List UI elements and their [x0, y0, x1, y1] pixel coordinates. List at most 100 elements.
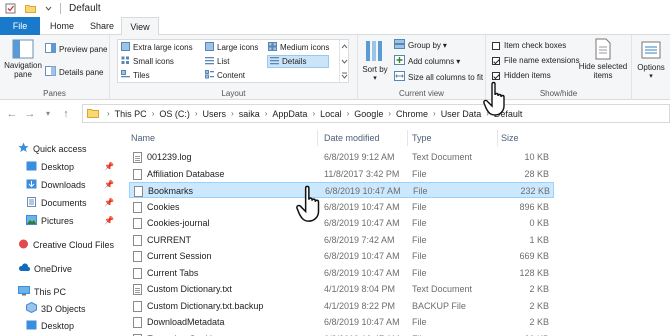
item-check-boxes-toggle[interactable]: Item check boxes — [492, 41, 566, 50]
table-row[interactable]: Affiliation Database 11/8/2017 3:42 PM Fil… — [129, 166, 554, 182]
file-name: Cookies — [147, 201, 180, 212]
add-columns-label: Add columns — [408, 56, 455, 66]
folder-icon[interactable] — [25, 3, 36, 14]
details-pane-button[interactable]: Details pane — [45, 66, 103, 78]
nav-item-3d-objects[interactable]: 3D Objects — [26, 301, 86, 316]
chevron-down-icon[interactable] — [45, 3, 52, 14]
table-row[interactable]: Current Tabs 6/8/2019 10:47 AM File 128 KB — [129, 265, 554, 281]
back-arrow-icon[interactable]: ← — [6, 108, 18, 120]
file-name-extensions-label: File name extensions — [504, 56, 580, 65]
chevron-right-icon: › — [151, 109, 155, 118]
layout-large-icons[interactable]: Large icons — [205, 42, 258, 53]
file-date: 6/8/2019 9:12 AM — [324, 152, 395, 162]
table-row[interactable]: Bookmarks 6/8/2019 10:47 AM File 232 KB — [129, 182, 554, 198]
properties-icon[interactable] — [5, 3, 16, 14]
table-row[interactable]: Custom Dictionary.txt.backup 4/1/2019 8:2… — [129, 298, 554, 314]
table-row[interactable]: Current Session 6/8/2019 10:47 AM File 669 … — [129, 248, 554, 264]
nav-item-creative-cloud[interactable]: Creative Cloud Files — [18, 237, 114, 252]
layout-medium-icons[interactable]: Medium icons — [268, 42, 329, 53]
file-size: 896 KB — [519, 201, 549, 212]
file-name: Cookies-journal — [147, 218, 210, 228]
file-icon — [133, 201, 142, 213]
pin-icon: 📌 — [104, 216, 114, 225]
breadcrumb-item[interactable]: User Data — [441, 109, 482, 119]
file-name: Bookmarks — [148, 186, 194, 196]
nav-item-label: This PC — [34, 286, 67, 297]
window-title: Default — [69, 3, 101, 14]
nav-item-pictures[interactable]: Pictures 📌 — [26, 213, 116, 228]
nav-item-quick-access[interactable]: Quick access — [18, 141, 87, 156]
breadcrumb-item[interactable]: AppData — [272, 109, 307, 119]
chevron-down-icon[interactable]: ▾ — [42, 109, 54, 118]
table-row[interactable]: 001239.log 6/8/2019 9:12 AM Text Document 1… — [129, 149, 554, 165]
table-row[interactable]: Extension Cookies 6/8/2019 10:47 AM File 20… — [129, 331, 554, 336]
tab-home[interactable]: Home — [44, 17, 80, 35]
layout-extra-large-icons[interactable]: Extra large icons — [121, 42, 193, 53]
nav-item-onedrive[interactable]: OneDrive — [18, 261, 72, 276]
column-header-date[interactable]: Date modified — [324, 130, 408, 146]
text-file-icon — [133, 152, 142, 163]
nav-item-desktop[interactable]: Desktop 📌 — [26, 159, 116, 174]
table-row[interactable]: DownloadMetadata 6/8/2019 10:47 AM File 2 K… — [129, 314, 554, 330]
ribbon: Navigation pane Preview pane Details pan… — [0, 35, 670, 100]
preview-pane-icon — [45, 43, 56, 55]
breadcrumb-item[interactable]: Local — [320, 109, 342, 119]
chevron-right-icon: › — [388, 109, 391, 118]
preview-pane-button[interactable]: Preview pane — [45, 43, 107, 55]
file-size: 2 KB — [529, 317, 549, 327]
table-row[interactable]: Custom Dictionary.txt 4/1/2019 8:04 PM Tex… — [129, 281, 554, 297]
table-row[interactable]: CURRENT 6/8/2019 7:42 AM File 1 KB — [129, 232, 554, 248]
item-check-boxes-checkbox[interactable] — [492, 41, 500, 50]
forward-arrow-icon[interactable]: → — [24, 108, 36, 120]
layout-small-icons[interactable]: Small icons — [121, 56, 174, 67]
column-header-type[interactable]: Type — [412, 130, 498, 146]
breadcrumb-item[interactable]: This PC — [115, 109, 147, 119]
column-header-name[interactable]: Name — [131, 130, 318, 146]
navigation-pane: Quick access Desktop 📌 Downloads 📌 Docum… — [0, 127, 120, 336]
up-arrow-icon[interactable]: ↑ — [60, 108, 72, 120]
layout-gallery-scroll[interactable] — [339, 40, 348, 82]
table-row[interactable]: Cookies 6/8/2019 10:47 AM File 896 KB — [129, 199, 554, 215]
tab-file[interactable]: File — [0, 17, 40, 35]
breadcrumb-item[interactable]: saika — [239, 109, 260, 119]
nav-item-documents[interactable]: Documents 📌 — [26, 195, 116, 210]
file-name-extensions-checkbox[interactable] — [492, 56, 500, 65]
desktop-icon — [26, 320, 37, 332]
file-type: File — [412, 168, 427, 179]
divider — [60, 3, 61, 14]
size-all-columns-button[interactable]: Size all columns to fit — [394, 71, 483, 83]
table-row[interactable]: Cookies-journal 6/8/2019 10:47 AM File 0 KB — [129, 215, 554, 231]
breadcrumb[interactable]: › This PC › OS (C:) › Users › saika › Ap… — [82, 104, 670, 123]
navigation-pane-button[interactable]: Navigation pane — [3, 39, 43, 79]
column-header-size[interactable]: Size — [501, 130, 561, 146]
group-by-button[interactable]: Group by ▾ — [394, 39, 447, 51]
size-all-columns-label: Size all columns to fit — [408, 72, 484, 82]
layout-details-label: Details — [282, 57, 307, 66]
file-date: 6/8/2019 10:47 AM — [324, 317, 400, 327]
nav-item-desktop-pc[interactable]: Desktop — [26, 318, 74, 333]
hidden-items-toggle[interactable]: Hidden items — [492, 71, 551, 80]
layout-details[interactable]: Details — [267, 55, 329, 68]
breadcrumb-item[interactable]: Users — [203, 109, 227, 119]
layout-content[interactable]: Content — [205, 70, 245, 81]
nav-item-downloads[interactable]: Downloads 📌 — [26, 177, 116, 192]
breadcrumb-item[interactable]: OS (C:) — [159, 109, 190, 119]
nav-item-this-pc[interactable]: This PC — [18, 284, 66, 299]
breadcrumb-item[interactable]: Google — [354, 109, 383, 119]
hide-selected-items-button[interactable]: Hide selected items — [578, 38, 628, 80]
tab-view[interactable]: View — [121, 17, 159, 36]
navigation-pane-icon — [12, 39, 34, 61]
tab-share[interactable]: Share — [84, 17, 120, 35]
options-button[interactable]: Options ▾ — [634, 39, 668, 81]
file-icon — [134, 186, 143, 197]
breadcrumb-item[interactable]: Chrome — [396, 109, 428, 119]
file-date: 4/1/2019 8:04 PM — [324, 284, 396, 294]
file-name-extensions-toggle[interactable]: File name extensions — [492, 56, 580, 65]
add-columns-button[interactable]: Add columns ▾ — [394, 55, 460, 67]
hidden-items-checkbox[interactable] — [492, 71, 500, 80]
layout-list[interactable]: List — [205, 56, 229, 67]
file-name: Custom Dictionary.txt — [147, 284, 232, 294]
layout-tiles[interactable]: Tiles — [121, 70, 150, 81]
cloud-icon — [18, 263, 30, 274]
sort-by-button[interactable]: Sort by ▾ — [362, 39, 388, 83]
